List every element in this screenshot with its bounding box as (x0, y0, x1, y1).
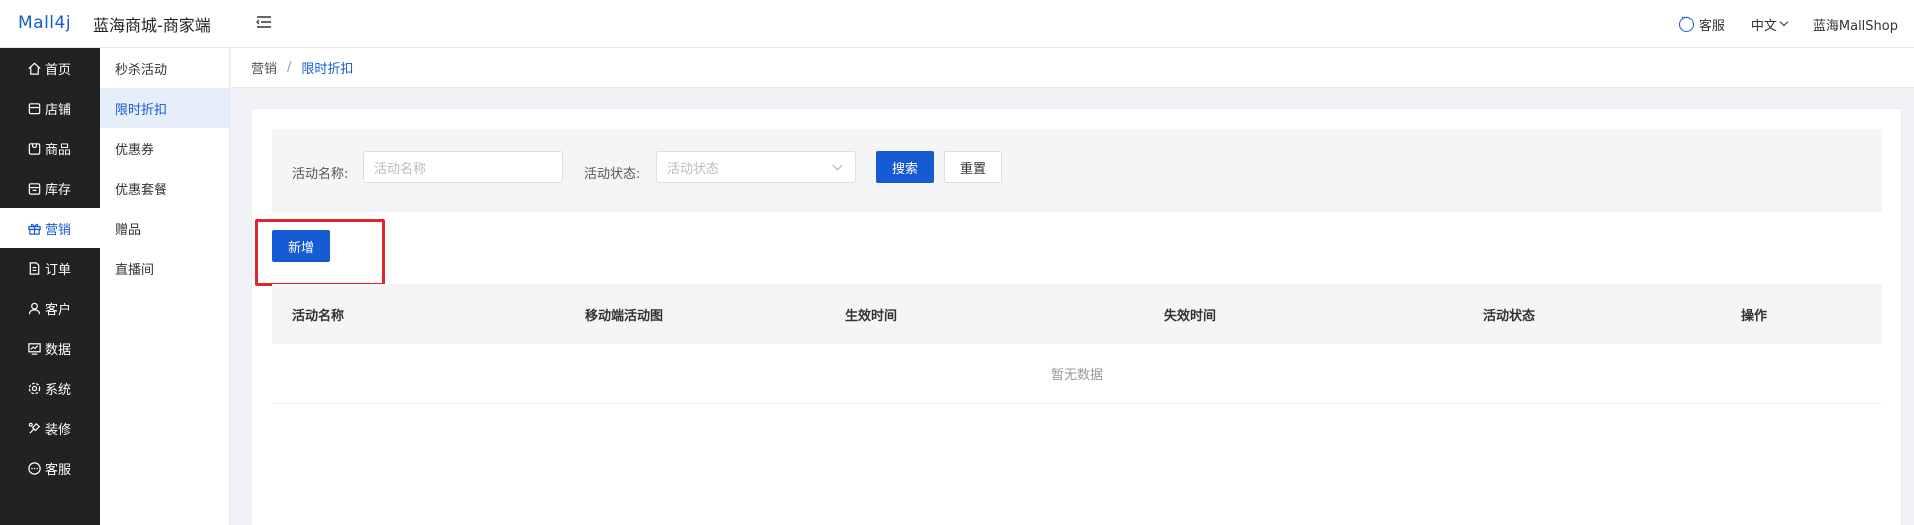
sidebar-item-system[interactable]: 系统 (0, 368, 100, 408)
sidebar-item-decorate[interactable]: 装修 (0, 408, 100, 448)
sidebar-item-label: 营销 (45, 222, 72, 238)
chevron-down-icon (832, 160, 843, 171)
chevron-down-icon (1779, 17, 1789, 27)
customer-icon (28, 302, 41, 314)
language-label: 中文 (1750, 18, 1777, 34)
service-icon (28, 461, 41, 475)
service-label: 客服 (1698, 18, 1725, 34)
inventory-icon (28, 182, 41, 195)
breadcrumb-parent[interactable]: 营销 (251, 58, 277, 77)
sidebar-item-home[interactable]: 首页 (0, 48, 100, 88)
sidebar-item-label: 数据 (45, 342, 72, 358)
content-card: 活动名称: 活动名称 活动状态: 活动状态 搜索 重置 新增 活动名称 移动端活… (251, 108, 1902, 525)
sidebar-item-inventory[interactable]: 库存 (0, 168, 100, 208)
reset-button[interactable]: 重置 (944, 151, 1002, 183)
search-button[interactable]: 搜索 (876, 151, 934, 183)
language-select[interactable]: 中文 (1750, 15, 1789, 34)
order-icon (29, 261, 40, 275)
logo: Mall4j (18, 13, 72, 33)
activity-table: 活动名称 移动端活动图 生效时间 失效时间 活动状态 操作 暂无数据 (272, 284, 1882, 404)
sub-item-discount[interactable]: 限时折扣 (100, 88, 229, 128)
store-icon (28, 102, 41, 114)
username: 蓝海MallShop (1812, 18, 1898, 34)
menu-collapse-icon[interactable] (254, 12, 274, 32)
sub-item-seckill[interactable]: 秒杀活动 (100, 48, 229, 88)
table-empty-text: 暂无数据 (272, 344, 1882, 404)
sub-item-live-room[interactable]: 直播间 (100, 248, 229, 288)
column-mobile-image: 移动端活动图 (585, 308, 664, 324)
activity-status-placeholder: 活动状态 (667, 161, 720, 177)
sub-sidebar: 秒杀活动 限时折扣 优惠券 优惠套餐 赠品 直播间 (100, 48, 230, 525)
top-header: Mall4j 蓝海商城-商家端 客服 中文 蓝海MallShop (0, 0, 1914, 48)
product-icon (28, 142, 41, 155)
data-icon (28, 342, 41, 355)
chat-icon (1678, 13, 1694, 32)
sub-item-gift[interactable]: 赠品 (100, 208, 229, 248)
sidebar-item-product[interactable]: 商品 (0, 128, 100, 168)
sidebar-item-label: 装修 (45, 422, 72, 438)
activity-status-select[interactable]: 活动状态 (656, 151, 856, 183)
service-button[interactable]: 客服 (1678, 13, 1725, 34)
activity-name-label: 活动名称: (292, 167, 349, 182)
sidebar-item-order[interactable]: 订单 (0, 248, 100, 288)
column-actions: 操作 (1741, 308, 1768, 324)
sidebar-item-label: 首页 (45, 62, 72, 78)
breadcrumb: 营销 / 限时折扣 (231, 48, 1914, 88)
header-right: 客服 中文 蓝海MallShop (1653, 0, 1898, 48)
sidebar-item-marketing[interactable]: 营销 (0, 208, 100, 248)
main-sidebar: 首页 店铺 商品 库存 营销 订单 客户 数据 系统 装修 客服 (0, 48, 100, 525)
sidebar-item-data[interactable]: 数据 (0, 328, 100, 368)
sidebar-item-label: 系统 (45, 382, 72, 398)
decorate-icon (28, 422, 41, 434)
sidebar-item-label: 店铺 (45, 102, 72, 118)
table-header: 活动名称 移动端活动图 生效时间 失效时间 活动状态 操作 (272, 284, 1882, 344)
column-start-time: 生效时间 (845, 308, 898, 324)
sub-item-combo[interactable]: 优惠套餐 (100, 168, 229, 208)
column-activity-name: 活动名称 (292, 308, 345, 324)
shop-title: 蓝海商城-商家端 (93, 16, 211, 35)
sidebar-item-customer[interactable]: 客户 (0, 288, 100, 328)
add-button[interactable]: 新增 (272, 230, 330, 262)
column-activity-status: 活动状态 (1483, 308, 1536, 324)
gift-icon (28, 223, 41, 235)
column-end-time: 失效时间 (1164, 308, 1217, 324)
activity-status-label: 活动状态: (584, 167, 641, 182)
search-form: 活动名称: 活动名称 活动状态: 活动状态 搜索 重置 (272, 129, 1882, 212)
sidebar-item-label: 订单 (45, 262, 72, 278)
settings-icon (28, 382, 41, 394)
sub-item-coupon[interactable]: 优惠券 (100, 128, 229, 168)
sidebar-item-store[interactable]: 店铺 (0, 88, 100, 128)
sidebar-item-label: 客户 (45, 302, 72, 318)
user-menu[interactable]: 蓝海MallShop (1813, 15, 1898, 34)
sidebar-item-service[interactable]: 客服 (0, 448, 100, 488)
breadcrumb-current: 限时折扣 (301, 62, 354, 77)
sidebar-item-label: 库存 (45, 182, 72, 198)
activity-name-input[interactable]: 活动名称 (363, 151, 563, 183)
home-icon (28, 62, 41, 75)
breadcrumb-separator: / (287, 60, 292, 75)
sidebar-item-label: 客服 (45, 462, 72, 478)
sidebar-item-label: 商品 (45, 142, 72, 158)
